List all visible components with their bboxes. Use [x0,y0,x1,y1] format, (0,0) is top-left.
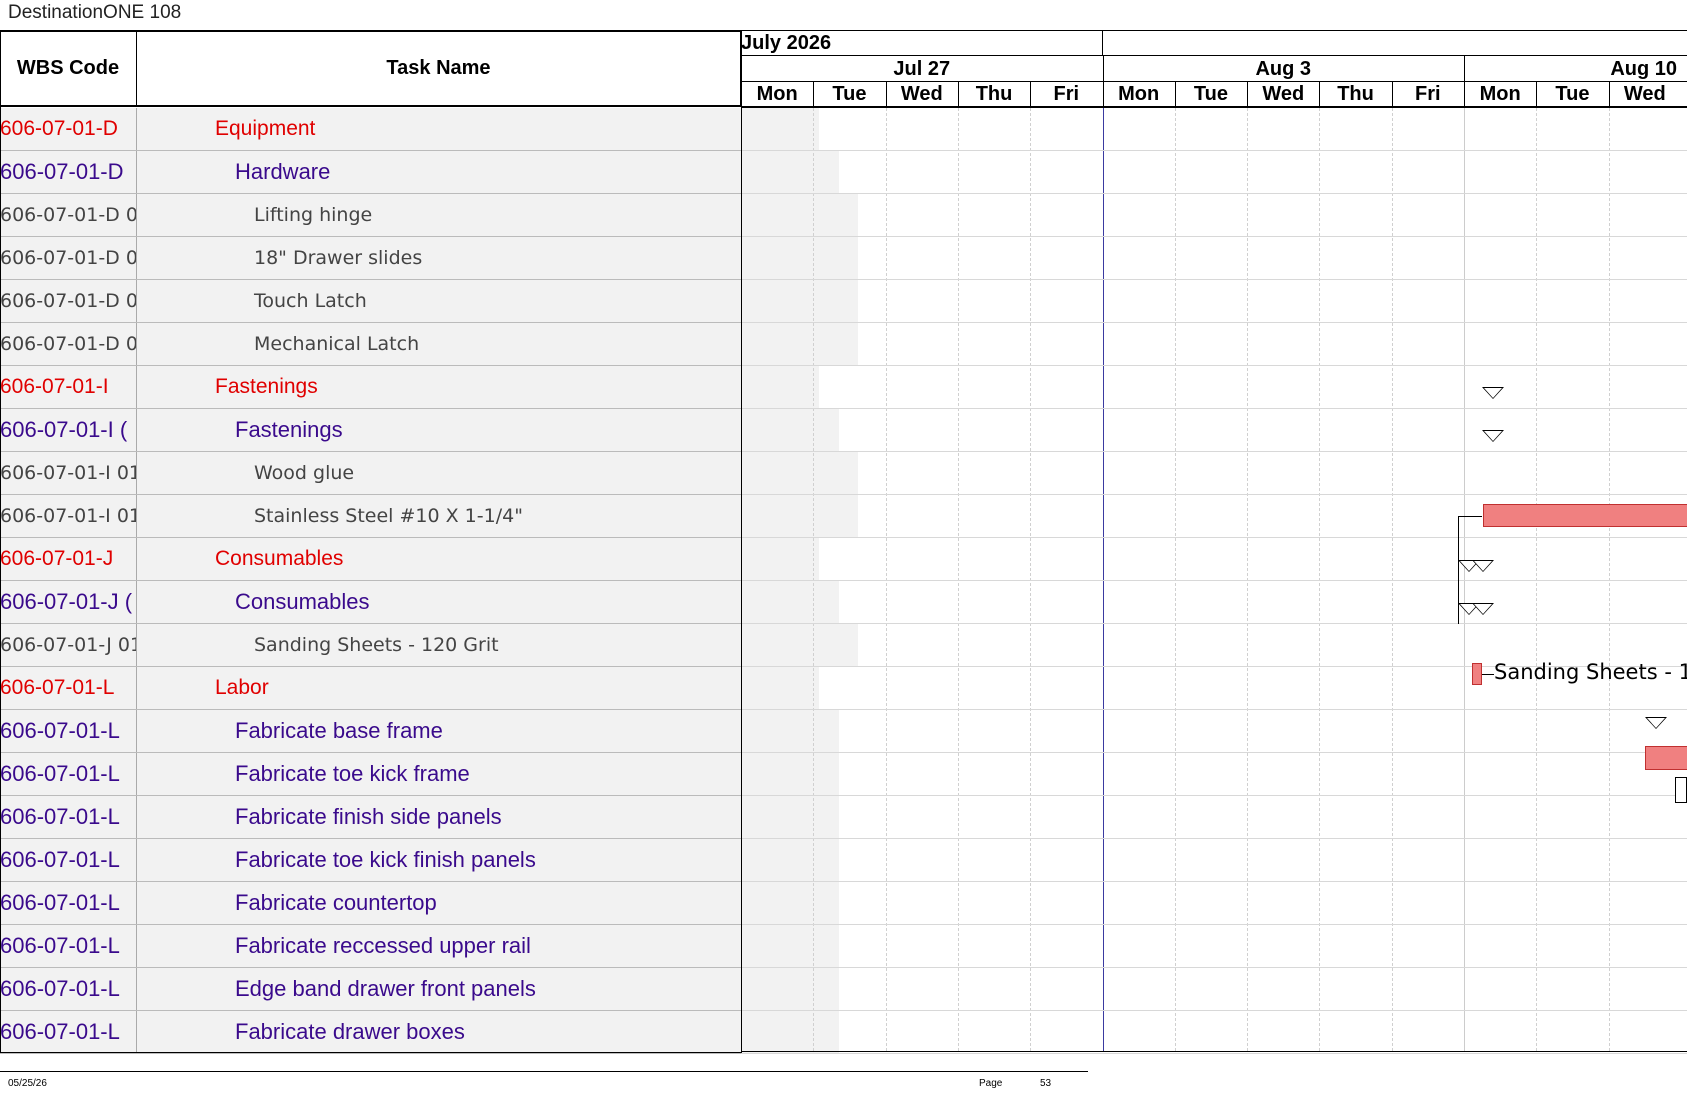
timescale-week: Aug 3 [1255,58,1312,80]
footer-date: 05/25/26 [8,1078,47,1089]
task-name-cell[interactable]: Fabricate toe kick frame [137,753,839,795]
task-bar-sanding-sheets[interactable] [1472,663,1482,685]
task-bar-stainless-steel[interactable] [1483,504,1687,527]
timescale-day: Thu [1337,83,1374,105]
timescale-week: Jul 27 [893,58,951,80]
timescale-day: Tue [1193,83,1228,105]
document-title: DestinationONE 108 [8,2,182,23]
task-column-header[interactable]: Task Name [137,30,741,107]
table-row[interactable]: 606-07-01-I Fastenings [0,366,819,409]
timescale-day: Tue [1555,83,1590,105]
summary-milestone-icon[interactable] [1645,717,1667,729]
timescale-day: Fri [1415,83,1441,105]
task-name-cell[interactable]: Consumables [137,581,839,623]
summary-milestone-icon[interactable] [1482,430,1504,442]
wbs-code-cell[interactable]: 606-07-01-D 0 [0,194,137,236]
wbs-code-cell[interactable]: 606-07-01-D 0 [0,280,137,322]
wbs-code-cell[interactable]: 606-07-01-L [0,710,137,752]
bar-handle[interactable] [1675,777,1687,803]
wbs-code-cell[interactable]: 606-07-01-I 01 [0,452,137,494]
wbs-code-cell[interactable]: 606-07-01-I [0,366,137,408]
wbs-code-cell[interactable]: 606-07-01-J ( [0,581,137,623]
table-row[interactable]: 606-07-01-D 0 Touch Latch [0,280,858,323]
wbs-code-cell[interactable]: 606-07-01-D [0,108,137,150]
wbs-code-cell[interactable]: 606-07-01-L [0,968,137,1010]
table-row[interactable]: 606-07-01-D 0 Lifting hinge [0,194,858,237]
footer-page-number: 53 [1040,1078,1052,1089]
wbs-code-cell[interactable]: 606-07-01-L [0,839,137,881]
wbs-code-cell[interactable]: 606-07-01-J [0,538,137,580]
wbs-code-cell[interactable]: 606-07-01-L [0,753,137,795]
timescale-day: Mon [756,83,798,105]
timescale-week: Aug 10 [1610,58,1677,80]
timescale-day: Thu [975,83,1013,105]
timescale-day: Mon [1118,83,1160,105]
wbs-code-cell[interactable]: 606-07-01-I 01 [0,495,137,537]
summary-milestone-icon[interactable] [1482,387,1504,399]
wbs-code-cell[interactable]: 606-07-01-L [0,667,137,709]
task-name-cell[interactable]: Hardware [137,151,839,193]
task-name-cell[interactable]: Consumables [137,538,819,580]
table-row[interactable]: 606-07-01-D Hardware [0,151,839,194]
table-row[interactable]: 606-07-01-L Fabricate toe kick frame [0,753,839,796]
table-row[interactable]: 606-07-01-J (Consumables [0,581,839,624]
table-row[interactable]: 606-07-01-I 01 Wood glue [0,452,858,495]
wbs-code-cell[interactable]: 606-07-01-D [0,151,137,193]
footer-page-label: Page [979,1078,1003,1089]
task-name-cell[interactable]: Fastenings [137,366,819,408]
table-row[interactable]: 606-07-01-L Fabricate countertop [0,882,839,925]
timescale-day: Tue [832,83,867,105]
table-row[interactable]: 606-07-01-J Consumables [0,538,819,581]
timescale-day: Wed [1262,83,1305,105]
task-name-cell[interactable]: Fabricate drawer boxes [137,1011,839,1053]
table-row[interactable]: 606-07-01-L Edge band drawer front panels [0,968,839,1011]
task-name-cell[interactable]: Labor [137,667,819,709]
table-row[interactable]: 606-07-01-I (Fastenings [0,409,839,452]
table-row[interactable]: 606-07-01-L Labor [0,667,819,710]
wbs-code-cell[interactable]: 606-07-01-D 0 [0,237,137,279]
timescale-month: July 2026 [741,32,832,54]
summary-milestone-icon[interactable] [1472,603,1494,615]
bar-label-connector [1482,674,1494,675]
task-name-cell[interactable]: Edge band drawer front panels [137,968,839,1010]
table-row[interactable]: 606-07-01-D 0 18" Drawer slides [0,237,858,280]
timescale-day: Wed [900,83,943,105]
table-row[interactable]: 606-07-01-L Fabricate toe kick finish pan… [0,839,839,882]
task-name-cell[interactable]: Equipment [137,108,819,150]
table-row[interactable]: 606-07-01-D 0 Mechanical Latch [0,323,858,366]
task-name-cell[interactable]: Fastenings [137,409,839,451]
gantt-chart: July 2026 Jul 27 Aug 3 Aug 10 Mon Tue Wed Thu… [741,30,1687,1054]
table-row[interactable]: 606-07-01-L Fabricate finish side panels [0,796,839,839]
task-name-cell[interactable]: Fabricate reccessed upper rail [137,925,839,967]
timescale-day: Wed [1623,83,1666,105]
wbs-code-cell[interactable]: 606-07-01-L [0,925,137,967]
wbs-code-cell[interactable]: 606-07-01-D 0 [0,323,137,365]
table-row[interactable]: 606-07-01-I 01 Stainless Steel #10 X 1-1/… [0,495,858,538]
timescale-day: Fri [1053,83,1080,105]
wbs-code-cell[interactable]: 606-07-01-L [0,882,137,924]
bar-label-sanding-sheets: Sanding Sheets - 12 [1494,660,1687,684]
wbs-code-cell[interactable]: 606-07-01-L [0,796,137,838]
task-bar-fabricate-base-frame[interactable] [1645,746,1687,770]
task-name-cell[interactable]: Fabricate toe kick finish panels [137,839,839,881]
table-row[interactable]: 606-07-01-L Fabricate base frame [0,710,839,753]
table-row[interactable]: 606-07-01-D Equipment [0,108,819,151]
wbs-column-header[interactable]: WBS Code [0,30,137,107]
task-name-cell[interactable]: Fabricate countertop [137,882,839,924]
summary-milestone-icon[interactable] [1472,560,1494,572]
timescale-day: Mon [1479,83,1521,105]
table-row[interactable]: 606-07-01-L Fabricate drawer boxes [0,1011,839,1054]
task-name-cell[interactable]: Fabricate base frame [137,710,839,752]
wbs-code-cell[interactable]: 606-07-01-L [0,1011,137,1053]
table-row[interactable]: 606-07-01-L Fabricate reccessed upper rai… [0,925,839,968]
task-name-cell[interactable]: Fabricate finish side panels [137,796,839,838]
dependency-connector [1458,516,1482,517]
wbs-code-cell[interactable]: 606-07-01-J 01 [0,624,137,666]
wbs-code-cell[interactable]: 606-07-01-I ( [0,409,137,451]
table-row[interactable]: 606-07-01-J 01 Sanding Sheets - 120 Grit [0,624,858,667]
